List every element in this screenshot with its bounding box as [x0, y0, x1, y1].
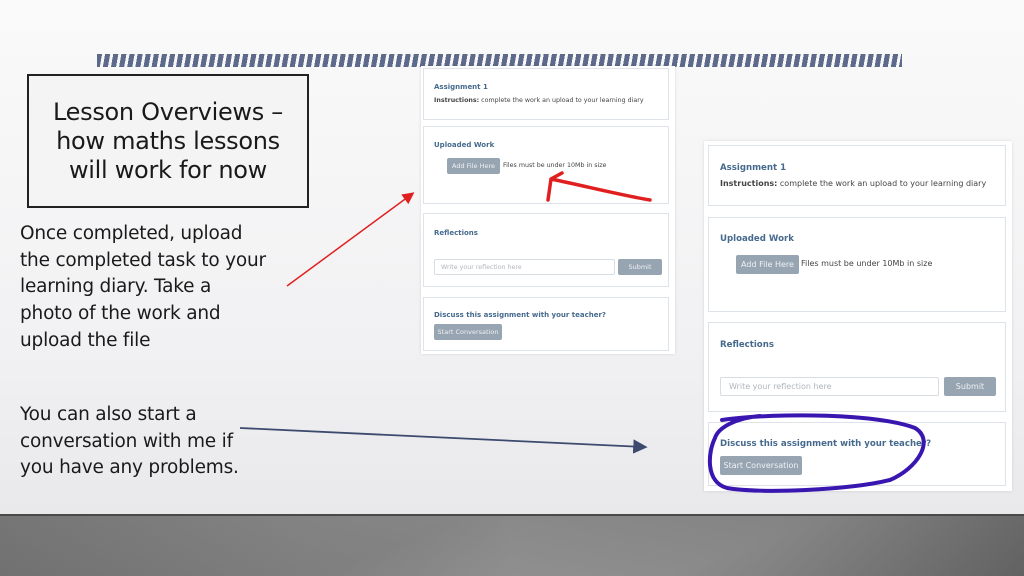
reflection-input[interactable]: Write your reflection here [434, 259, 615, 275]
uploaded-work-card: Uploaded Work Add File Here Files must b… [708, 217, 1006, 312]
uploaded-work-card: Uploaded Work Add File Here Files must b… [423, 126, 669, 204]
conversation-instructions-text: You can also start a conversation with m… [20, 404, 239, 479]
reflections-heading: Reflections [434, 229, 478, 237]
assignment-title: Assignment 1 [434, 83, 488, 91]
assignment-card: Assignment 1 Instructions: complete the … [423, 68, 669, 120]
assignment-instructions: Instructions: complete the work an uploa… [720, 179, 986, 188]
upload-instructions-text: Once completed, upload the completed tas… [20, 223, 266, 351]
start-conversation-button[interactable]: Start Conversation [434, 324, 502, 340]
instructions-text: complete the work an upload to your lear… [479, 97, 644, 104]
assignment-title: Assignment 1 [720, 163, 787, 173]
slide-title-box: Lesson Overviews – how maths lessons wil… [27, 74, 309, 208]
add-file-button[interactable]: Add File Here [447, 158, 500, 174]
assignment-screenshot-large: Assignment 1 Instructions: complete the … [704, 141, 1012, 491]
reflections-card: Reflections Write your reflection here S… [423, 213, 669, 287]
concrete-floor-band [0, 514, 1024, 576]
discuss-heading: Discuss this assignment with your teache… [434, 311, 606, 319]
start-conversation-button[interactable]: Start Conversation [720, 456, 802, 475]
assignment-instructions: Instructions: complete the work an uploa… [434, 97, 644, 104]
discuss-card: Discuss this assignment with your teache… [423, 297, 669, 351]
file-size-note: Files must be under 10Mb in size [801, 259, 933, 268]
slide-title: Lesson Overviews – how maths lessons wil… [53, 97, 283, 184]
assignment-card: Assignment 1 Instructions: complete the … [708, 145, 1006, 206]
add-file-button[interactable]: Add File Here [736, 255, 799, 274]
reflections-card: Reflections Write your reflection here S… [708, 322, 1006, 412]
uploaded-work-heading: Uploaded Work [720, 234, 794, 244]
instructions-text: complete the work an upload to your lear… [777, 179, 987, 188]
reflections-heading: Reflections [720, 340, 774, 350]
instructions-label: Instructions: [434, 97, 480, 104]
navy-arrow-to-conversation [239, 427, 648, 454]
reflection-input[interactable]: Write your reflection here [720, 377, 939, 396]
file-size-note: Files must be under 10Mb in size [503, 162, 607, 169]
discuss-card: Discuss this assignment with your teache… [708, 422, 1006, 486]
submit-button[interactable]: Submit [944, 377, 996, 396]
submit-button[interactable]: Submit [618, 259, 662, 275]
uploaded-work-heading: Uploaded Work [434, 141, 495, 149]
discuss-heading: Discuss this assignment with your teache… [720, 439, 932, 449]
instructions-label: Instructions: [720, 179, 778, 188]
assignment-screenshot-small: Assignment 1 Instructions: complete the … [421, 66, 675, 354]
